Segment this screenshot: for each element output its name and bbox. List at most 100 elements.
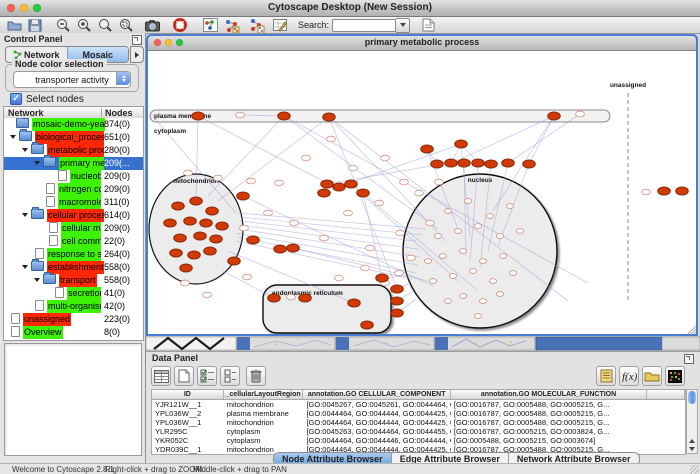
network-node[interactable] [458, 159, 471, 167]
network-node[interactable] [479, 299, 486, 304]
import-attributes-icon[interactable] [642, 366, 662, 386]
table-column-header[interactable]: annotation.GO CELLULAR_COMPONENT [303, 390, 450, 399]
network-node[interactable] [200, 219, 213, 227]
network-node[interactable] [434, 234, 441, 239]
network-node[interactable] [290, 220, 299, 226]
network-node[interactable] [576, 111, 585, 117]
zoom-fit-icon[interactable] [97, 18, 113, 33]
network-node[interactable] [395, 270, 404, 276]
tab-overflow-button[interactable] [130, 46, 144, 63]
network-node[interactable] [391, 309, 404, 317]
network-node[interactable] [444, 209, 451, 214]
network-node[interactable] [376, 274, 389, 282]
network-node[interactable] [400, 179, 409, 185]
network-node[interactable] [228, 257, 241, 265]
tree-row[interactable]: Overview8(0) [4, 326, 143, 339]
import-network-icon[interactable] [420, 18, 436, 33]
table-row[interactable]: YLR295Ccytoplasm[GO:0045263, GO:0044464,… [152, 427, 685, 436]
network-node[interactable] [474, 314, 481, 319]
tree-expander-icon[interactable] [22, 265, 28, 269]
zoom-out-icon[interactable] [55, 18, 71, 33]
select-nodes-checkbox[interactable]: ✓ [10, 93, 22, 105]
network-node[interactable] [444, 299, 451, 304]
network-node[interactable] [174, 234, 187, 242]
network-node[interactable] [348, 299, 361, 307]
network-node[interactable] [247, 236, 260, 244]
network-node[interactable] [415, 190, 424, 196]
network-node[interactable] [192, 112, 205, 120]
tree-row[interactable]: cellular process614(0) [4, 209, 143, 222]
network-node[interactable] [237, 192, 250, 200]
network-node[interactable] [287, 294, 296, 300]
network-node[interactable] [429, 279, 436, 284]
table-row[interactable]: YKR052Ccytoplasm[GO:0044464, GO:0044446,… [152, 436, 685, 445]
network-node[interactable] [203, 292, 212, 298]
network-node[interactable] [455, 140, 468, 148]
tree-row[interactable]: metabolic process280(0) [4, 144, 143, 157]
network-node[interactable] [381, 155, 390, 161]
table-row[interactable]: YPL036W__2plasma membrane[GO:0044464, GO… [152, 409, 685, 418]
tree-expander-icon[interactable] [22, 213, 28, 217]
network-node[interactable] [264, 210, 273, 216]
help-icon[interactable] [172, 18, 188, 33]
network-node[interactable] [247, 178, 256, 184]
network-node[interactable] [426, 220, 435, 226]
network-node[interactable] [431, 160, 444, 168]
new-attribute-icon[interactable] [174, 366, 194, 386]
network-node[interactable] [302, 155, 311, 161]
network-window-titlebar[interactable]: primary metabolic process [148, 36, 696, 51]
notes-icon[interactable] [596, 366, 616, 386]
network-node[interactable] [357, 189, 370, 197]
zoom-selected-icon[interactable] [118, 18, 134, 33]
tree-col-network[interactable]: Network [8, 108, 44, 118]
network-node[interactable] [216, 222, 229, 230]
network-node[interactable] [489, 279, 496, 284]
network-node[interactable] [206, 207, 219, 215]
network-node[interactable] [523, 160, 536, 168]
network-node[interactable] [287, 244, 300, 252]
resize-grip[interactable] [690, 465, 699, 474]
network-node[interactable] [184, 170, 193, 176]
network-node[interactable] [323, 113, 336, 121]
delete-attribute-icon[interactable] [246, 366, 266, 386]
network-node[interactable] [181, 280, 190, 286]
network-node[interactable] [361, 265, 370, 271]
layout-icon[interactable] [202, 18, 218, 33]
network-node[interactable] [396, 230, 405, 236]
matrix-icon[interactable] [665, 366, 685, 386]
network-node[interactable] [407, 255, 416, 261]
network-node[interactable] [164, 219, 177, 227]
tree-row[interactable]: biological_process651(0) [4, 131, 143, 144]
network-node[interactable] [344, 210, 353, 216]
network-node[interactable] [349, 165, 358, 171]
open-file-icon[interactable] [6, 18, 22, 33]
node-color-dropdown[interactable]: transporter activity [13, 71, 131, 88]
network-node[interactable] [243, 274, 252, 280]
network-node[interactable] [194, 232, 207, 240]
search-input[interactable] [332, 19, 396, 32]
network-node[interactable] [479, 259, 486, 264]
tree-row[interactable]: nitrogen compo209(0) [4, 183, 143, 196]
network-node[interactable] [210, 235, 223, 243]
network-node[interactable] [548, 112, 561, 120]
new-network-icon[interactable] [224, 18, 240, 33]
compartment-nucleus[interactable] [403, 174, 557, 328]
tree-row[interactable]: secretion41(0) [4, 287, 143, 300]
network-node[interactable] [275, 180, 284, 186]
tree-col-nodes[interactable]: Nodes [101, 108, 133, 118]
network-node[interactable] [190, 197, 203, 205]
network-node[interactable] [240, 225, 249, 231]
network-node[interactable] [474, 224, 481, 229]
birds-eye-view[interactable] [4, 343, 142, 456]
network-node[interactable] [188, 251, 201, 259]
network-node[interactable] [506, 204, 513, 209]
tree-row[interactable]: response to stimulu264(0) [4, 248, 143, 261]
network-node[interactable] [333, 183, 346, 191]
network-node[interactable] [502, 159, 515, 167]
network-node[interactable] [435, 179, 444, 185]
network-node[interactable] [445, 159, 458, 167]
canvas-resize-grip[interactable] [688, 326, 696, 334]
compartment-plasma-membrane[interactable] [150, 110, 610, 122]
network-node[interactable] [496, 292, 503, 297]
save-session-icon[interactable] [27, 18, 43, 33]
